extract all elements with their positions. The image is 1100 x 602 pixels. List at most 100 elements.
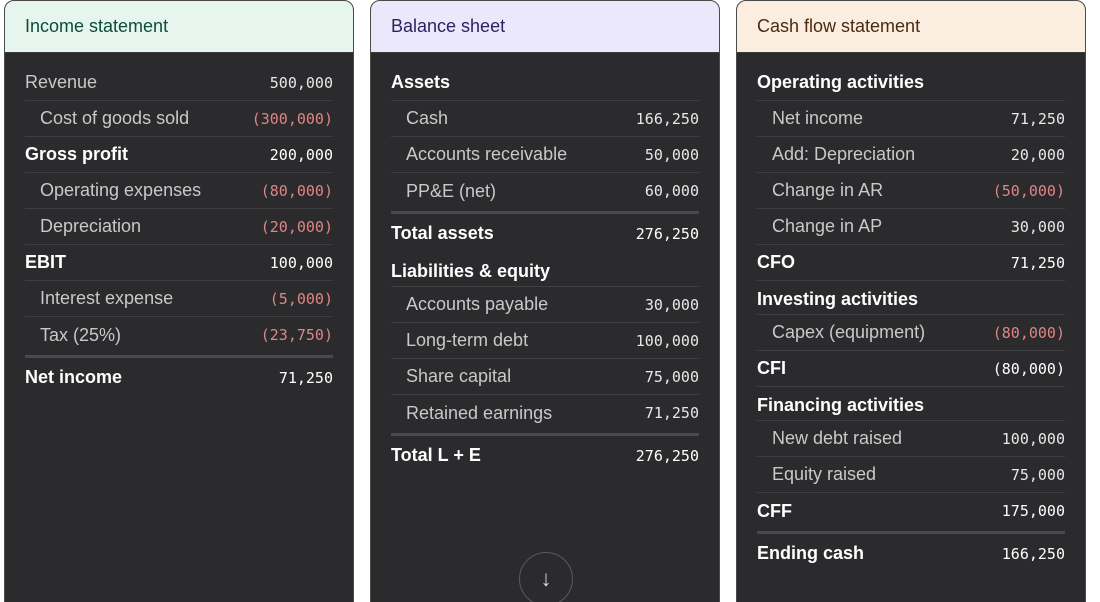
row-value: 75,000 [1010,465,1065,484]
row-label: Revenue [25,72,98,92]
income-statement-card: Income statement Revenue 500,000 Cost of… [4,0,354,602]
section-label: Operating activities [757,72,925,92]
row-label: Add: Depreciation [772,144,916,164]
row-value: 71,250 [1010,109,1065,128]
row-value: (20,000) [260,217,333,236]
row-label: Capex (equipment) [772,322,926,342]
row-gross-profit: Gross profit 200,000 [25,137,333,173]
row-value: 100,000 [269,253,333,272]
row-label: Ending cash [757,543,865,563]
row-capex: Capex (equipment) (80,000) [757,315,1065,351]
row-value: (80,000) [260,181,333,200]
row-value: 60,000 [644,182,699,200]
row-label: Cost of goods sold [40,108,190,128]
row-label: CFO [757,252,795,272]
balance-sheet-body: Assets Cash 166,250 Accounts receivable … [371,53,719,475]
row-value: 100,000 [635,331,699,350]
row-value: 75,000 [644,367,699,386]
section-label: Assets [391,72,451,92]
row-label: Equity raised [772,464,877,484]
row-value: (80,000) [992,323,1065,342]
row-value: 30,000 [1010,217,1065,236]
row-cf-net-income: Net income 71,250 [757,101,1065,137]
row-label: Change in AR [772,180,884,200]
investing-heading: Investing activities [757,281,1065,315]
arrow-down-icon: ↓ [540,566,552,591]
row-label: CFF [757,500,792,521]
row-value: 276,250 [635,224,699,243]
row-label: Change in AP [772,216,883,236]
operating-heading: Operating activities [757,65,1065,101]
row-add-depreciation: Add: Depreciation 20,000 [757,137,1065,173]
income-statement-title: Income statement [5,1,353,53]
row-label: Accounts payable [406,294,549,314]
row-cash: Cash 166,250 [391,101,699,137]
row-change-ar: Change in AR (50,000) [757,173,1065,209]
row-depreciation: Depreciation (20,000) [25,209,333,245]
row-ebit: EBIT 100,000 [25,245,333,281]
cash-flow-title: Cash flow statement [737,1,1085,53]
row-total-le: Total L + E 276,250 [391,433,699,475]
assets-heading: Assets [391,65,699,101]
row-accounts-payable: Accounts payable 30,000 [391,287,699,323]
income-statement-body: Revenue 500,000 Cost of goods sold (300,… [5,53,353,397]
financing-heading: Financing activities [757,387,1065,421]
row-label: EBIT [25,252,67,272]
row-label: Gross profit [25,144,129,164]
row-interest: Interest expense (5,000) [25,281,333,317]
row-label: CFI [757,358,786,378]
row-label: Interest expense [40,288,174,308]
row-retained-earnings: Retained earnings 71,250 [391,395,699,431]
row-value: 50,000 [644,145,699,164]
row-total-assets: Total assets 276,250 [391,211,699,253]
balance-sheet-title: Balance sheet [371,1,719,53]
row-value: 276,250 [635,446,699,465]
row-change-ap: Change in AP 30,000 [757,209,1065,245]
row-ending-cash: Ending cash 166,250 [757,531,1065,573]
row-value: 500,000 [269,73,333,92]
balance-sheet-card: Balance sheet Assets Cash 166,250 Accoun… [370,0,720,602]
row-value: (5,000) [269,289,333,308]
row-value: 71,250 [1010,253,1065,272]
row-long-term-debt: Long-term debt 100,000 [391,323,699,359]
row-new-debt: New debt raised 100,000 [757,421,1065,457]
row-label: Net income [25,367,123,387]
row-value: 100,000 [1001,429,1065,448]
row-tax: Tax (25%) (23,750) [25,317,333,353]
row-label: Cash [406,108,449,128]
row-label: Total assets [391,223,494,243]
row-revenue: Revenue 500,000 [25,65,333,101]
row-label: Long-term debt [406,330,529,350]
row-cff: CFF 175,000 [757,493,1065,529]
row-value: 71,250 [278,368,333,387]
row-value: 30,000 [644,295,699,314]
row-label: New debt raised [772,428,903,448]
row-value: 200,000 [269,145,333,164]
row-value: 166,250 [635,109,699,128]
row-label: Accounts receivable [406,144,568,164]
row-accounts-receivable: Accounts receivable 50,000 [391,137,699,173]
row-cfi: CFI (80,000) [757,351,1065,387]
row-label: Operating expenses [40,180,202,200]
liabilities-heading: Liabilities & equity [391,253,699,287]
row-value: (50,000) [992,181,1065,200]
row-label: Depreciation [40,216,142,236]
row-value: (300,000) [251,109,333,128]
row-label: Total L + E [391,445,481,465]
row-net-income: Net income 71,250 [25,355,333,397]
row-label: Share capital [406,366,512,386]
row-equity-raised: Equity raised 75,000 [757,457,1065,493]
row-opex: Operating expenses (80,000) [25,173,333,209]
row-share-capital: Share capital 75,000 [391,359,699,395]
row-label: PP&E (net) [406,180,497,201]
row-label: Tax (25%) [40,324,122,345]
row-label: Net income [772,108,864,128]
row-value: 166,250 [1001,544,1065,563]
scroll-down-button[interactable]: ↓ [519,552,573,602]
row-value: 20,000 [1010,145,1065,164]
row-value: (23,750) [260,326,333,344]
row-cfo: CFO 71,250 [757,245,1065,281]
row-ppe: PP&E (net) 60,000 [391,173,699,209]
row-value: (80,000) [992,359,1065,378]
cash-flow-body: Operating activities Net income 71,250 A… [737,53,1085,573]
